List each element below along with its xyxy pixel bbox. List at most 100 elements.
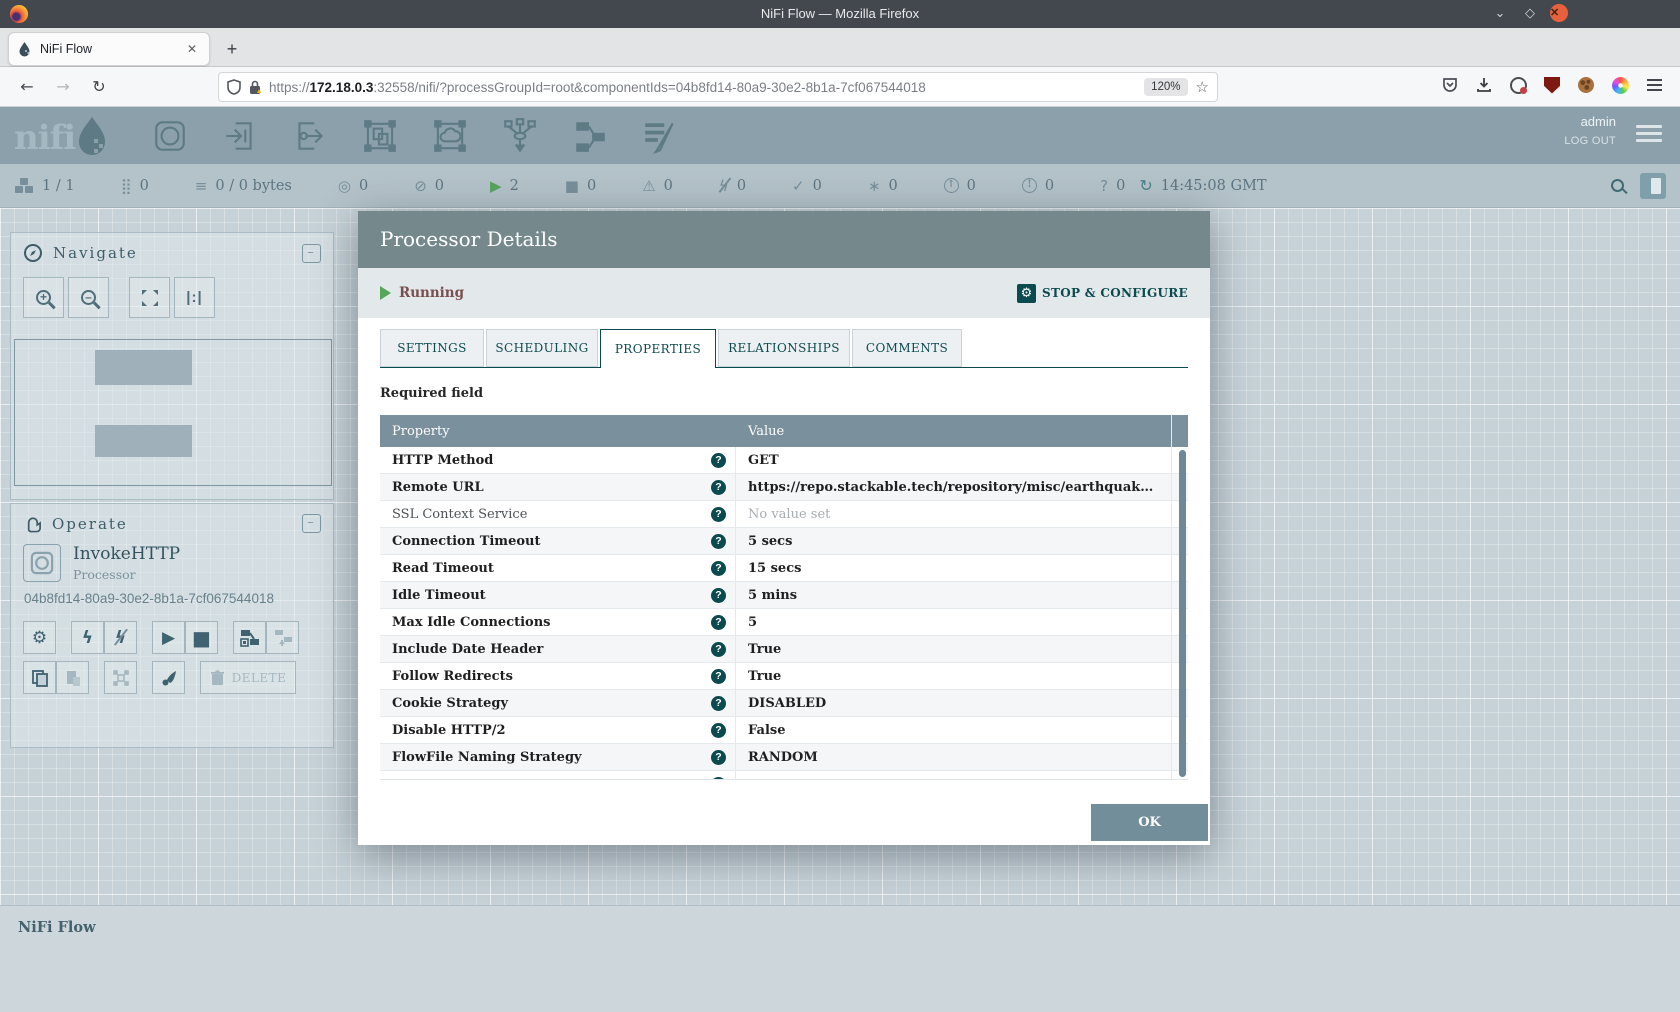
tab-scheduling[interactable]: SCHEDULING (486, 329, 598, 367)
logout-link[interactable]: LOG OUT (1564, 135, 1616, 147)
window-maximize-button[interactable]: ◇ (1520, 3, 1540, 23)
property-column-header: Property (380, 415, 736, 447)
lock-warning-icon[interactable] (248, 79, 262, 95)
tab-close-icon[interactable]: ✕ (183, 42, 201, 56)
status-queued: ≡0 / 0 bytes (195, 177, 292, 195)
help-icon[interactable]: ? (711, 696, 726, 711)
drag-label-icon[interactable] (640, 116, 680, 156)
table-row: HTTP Method? GET (380, 447, 1188, 474)
browser-tab[interactable]: NiFi Flow ✕ (8, 32, 210, 66)
global-menu-icon[interactable] (1636, 125, 1662, 146)
new-tab-button[interactable]: + (220, 38, 244, 62)
ublock-icon[interactable] (1542, 75, 1562, 95)
enable-button[interactable]: ϟ (71, 621, 104, 654)
zoom-actual-button[interactable]: |:| (174, 277, 215, 318)
table-row: SSL Context Service? No value set (380, 501, 1188, 528)
refresh-icon[interactable]: ↻ (1139, 176, 1152, 195)
status-not-transmitting: ⊘0 (414, 177, 444, 195)
help-icon[interactable]: ? (711, 534, 726, 549)
drag-input-port-icon[interactable] (220, 116, 260, 156)
tab-strip: NiFi Flow ✕ + (0, 28, 1680, 67)
drag-process-group-icon[interactable] (360, 116, 400, 156)
fit-icon (141, 289, 159, 307)
help-icon[interactable]: ? (711, 507, 726, 522)
help-icon[interactable]: ? (711, 750, 726, 765)
stop-button[interactable]: ■ (185, 621, 218, 654)
play-icon: ▶ (162, 628, 175, 648)
minimap-component (95, 425, 192, 457)
disable-button[interactable]: ϟ (104, 621, 137, 654)
color-button[interactable] (152, 661, 185, 694)
forward-button[interactable]: → (50, 75, 76, 99)
table-row: Disable HTTP/2? False (380, 717, 1188, 744)
zoom-out-button[interactable]: – (68, 277, 109, 318)
window-minimize-button[interactable]: ⌄ (1490, 3, 1510, 23)
tracking-shield-icon[interactable] (227, 79, 241, 95)
configure-button[interactable]: ⚙ (23, 621, 56, 654)
url-bar[interactable]: https://172.18.0.3:32558/nifi/?processGr… (218, 72, 1218, 102)
url-text[interactable]: https://172.18.0.3:32558/nifi/?processGr… (269, 80, 1144, 95)
theme-extension-icon[interactable] (1610, 75, 1630, 95)
ok-button[interactable]: OK (1091, 804, 1208, 841)
page-zoom-badge[interactable]: 120% (1144, 78, 1187, 96)
settings-drawer-icon[interactable] (1640, 173, 1666, 199)
birdseye-minimap[interactable] (14, 339, 332, 486)
help-icon[interactable]: ? (711, 588, 726, 603)
invalid-icon: ⚠ (642, 177, 655, 195)
app-menu-icon[interactable] (1644, 75, 1664, 95)
table-scrollbar[interactable] (1179, 450, 1186, 777)
dialog-tabs: SETTINGS SCHEDULING PROPERTIES RELATIONS… (380, 329, 1188, 368)
help-icon[interactable]: ? (711, 561, 726, 576)
status-locally-modified-stale: !0 (1022, 178, 1054, 194)
nifi-favicon (17, 41, 32, 57)
reload-button[interactable]: ↻ (86, 75, 112, 99)
upload-template-button[interactable] (266, 621, 299, 654)
drag-funnel-icon[interactable] (500, 116, 540, 156)
dialog-title: Processor Details (358, 211, 1210, 251)
copy-button[interactable] (23, 661, 56, 694)
cookie-extension-icon[interactable] (1576, 75, 1596, 95)
zoom-in-button[interactable]: + (23, 277, 64, 318)
help-icon[interactable]: ? (711, 669, 726, 684)
breadcrumb[interactable]: NiFi Flow (0, 906, 1680, 936)
save-template-button[interactable] (233, 621, 266, 654)
drag-template-icon[interactable] (570, 116, 610, 156)
help-icon[interactable]: ? (711, 642, 726, 657)
status-invalid: ⚠0 (642, 177, 673, 195)
stale-icon: ↑ (944, 178, 959, 193)
value-column-header: Value (736, 415, 1172, 447)
drag-processor-icon[interactable] (150, 116, 190, 156)
help-icon[interactable]: ? (711, 615, 726, 630)
group-button[interactable] (104, 661, 137, 694)
dialog-status-row: Running ⚙ STOP & CONFIGURE (358, 268, 1210, 318)
tab-settings[interactable]: SETTINGS (380, 329, 484, 367)
running-state-label: Running (399, 285, 464, 301)
tab-relationships[interactable]: RELATIONSHIPS (718, 329, 850, 367)
drag-output-port-icon[interactable] (290, 116, 330, 156)
help-icon[interactable]: ? (711, 777, 726, 781)
window-close-button[interactable]: ✕ (1550, 4, 1568, 22)
paste-button[interactable] (56, 661, 89, 694)
queued-icon: ≡ (195, 177, 208, 195)
tab-properties[interactable]: PROPERTIES (600, 329, 716, 368)
delete-button[interactable]: DELETE (200, 661, 296, 694)
account-extension-icon[interactable] (1508, 75, 1528, 95)
stop-and-configure-button[interactable]: ⚙ STOP & CONFIGURE (1017, 284, 1188, 303)
search-icon[interactable] (1611, 179, 1624, 192)
operate-collapse-button[interactable]: – (302, 514, 321, 533)
help-icon[interactable]: ? (711, 480, 726, 495)
tab-comments[interactable]: COMMENTS (852, 329, 962, 367)
drag-remote-process-group-icon[interactable] (430, 116, 470, 156)
help-icon[interactable]: ? (711, 723, 726, 738)
zoom-fit-button[interactable] (129, 277, 170, 318)
pocket-icon[interactable] (1440, 75, 1460, 95)
url-protocol: https:// (269, 80, 310, 95)
help-icon[interactable]: ? (711, 453, 726, 468)
window-title: NiFi Flow — Mozilla Firefox (0, 0, 1680, 28)
up-to-date-icon: ✓ (792, 177, 805, 195)
back-button[interactable]: ← (14, 75, 40, 99)
start-button[interactable]: ▶ (152, 621, 185, 654)
navigate-collapse-button[interactable]: – (302, 244, 321, 263)
bookmark-star-icon[interactable]: ☆ (1196, 78, 1209, 96)
downloads-icon[interactable] (1474, 75, 1494, 95)
